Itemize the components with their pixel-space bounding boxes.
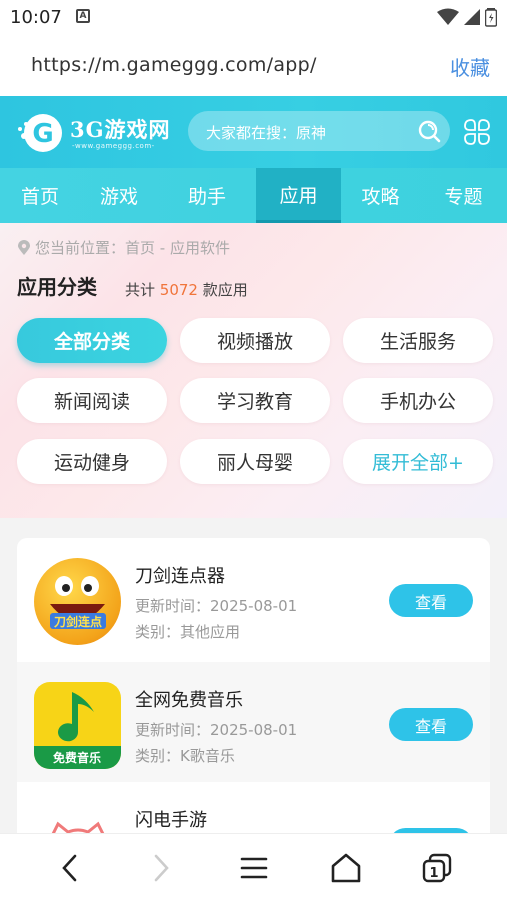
url-text[interactable]: https://m.gameggg.com/app/ — [31, 54, 317, 76]
music-note-icon: 免费音乐 — [34, 692, 121, 769]
app-category: 类别：K歌音乐 — [135, 747, 235, 765]
menu-button[interactable] — [236, 850, 272, 886]
site-logo[interactable]: G 3G游戏网 -www.gameggg.com- — [16, 110, 176, 156]
signal-icon — [464, 9, 480, 25]
chip-fitness[interactable]: 运动健身 — [17, 439, 167, 484]
svg-text:G: G — [32, 119, 53, 149]
home-icon — [331, 853, 361, 883]
search-icon[interactable] — [417, 119, 441, 143]
wifi-icon — [437, 8, 459, 25]
app-icon-free-music[interactable]: 免费音乐 — [34, 682, 121, 769]
view-button[interactable]: 查看 — [389, 708, 473, 741]
expand-all-button[interactable]: 展开全部+ — [343, 439, 493, 484]
app-icon-sword-clicker[interactable]: 刀剑连点 — [34, 558, 121, 645]
category-title-wrap: 应用分类 — [17, 271, 117, 300]
tab-home[interactable]: 首页 — [0, 168, 80, 223]
app-updated: 更新时间：2025-08-01 — [135, 721, 298, 739]
browser-bottom-bar: 1 — [0, 833, 507, 901]
search-input[interactable]: 大家都在搜：原神 — [188, 111, 450, 151]
list-item[interactable]: 免费音乐 全网免费音乐 更新时间：2025-08-01 类别：K歌音乐 查看 — [17, 662, 490, 782]
cat-face-icon — [51, 821, 105, 833]
app-name[interactable]: 刀剑连点器 — [135, 562, 225, 588]
browser-url-bar[interactable]: https://m.gameggg.com/app/ 收藏 — [0, 34, 507, 96]
tabs-icon: 1 — [422, 853, 452, 883]
breadcrumb-text[interactable]: 您当前位置：首页 - 应用软件 — [35, 237, 230, 258]
app-icon-lightning-games[interactable] — [34, 806, 121, 833]
tab-guides[interactable]: 攻略 — [341, 168, 420, 223]
location-pin-icon — [18, 239, 30, 255]
favorite-button[interactable]: 收藏 — [450, 52, 490, 81]
chip-education[interactable]: 学习教育 — [180, 378, 330, 423]
list-item[interactable]: 闪电手游 — [17, 786, 490, 833]
chip-news[interactable]: 新闻阅读 — [17, 378, 167, 423]
tabs-button[interactable]: 1 — [419, 850, 455, 886]
app-name[interactable]: 全网免费音乐 — [135, 686, 243, 712]
category-panel: 您当前位置：首页 - 应用软件 应用分类 共计 5072 款应用 全部分类 视频… — [0, 223, 507, 518]
chevron-left-icon — [62, 854, 77, 882]
app-name[interactable]: 闪电手游 — [135, 806, 207, 832]
app-count: 共计 5072 款应用 — [125, 279, 248, 300]
chip-all-categories[interactable]: 全部分类 — [17, 318, 167, 363]
battery-icon — [485, 8, 497, 27]
tab-topics[interactable]: 专题 — [420, 168, 507, 223]
smiley-face-icon: 刀剑连点 — [50, 576, 106, 629]
chip-video[interactable]: 视频播放 — [180, 318, 330, 363]
chip-office[interactable]: 手机办公 — [343, 378, 493, 423]
system-icons — [437, 7, 497, 27]
count-prefix: 共计 — [125, 281, 156, 299]
tab-games[interactable]: 游戏 — [80, 168, 158, 223]
list-item[interactable]: 刀剑连点 刀剑连点器 更新时间：2025-08-01 类别：其他应用 查看 — [17, 538, 490, 658]
site-brand: 3G游戏网 — [70, 117, 171, 142]
category-title: 应用分类 — [17, 275, 97, 299]
site-url: -www.gameggg.com- — [72, 142, 155, 150]
hamburger-icon — [240, 857, 268, 879]
chip-life-services[interactable]: 生活服务 — [343, 318, 493, 363]
app-updated: 更新时间：2025-08-01 — [135, 597, 298, 615]
home-button[interactable] — [328, 850, 364, 886]
menu-grid-icon[interactable] — [462, 117, 492, 147]
chip-beauty-baby[interactable]: 丽人母婴 — [180, 439, 330, 484]
count-number: 5072 — [159, 281, 198, 299]
site-header: G 3G游戏网 -www.gameggg.com- 大家都在搜：原神 — [0, 96, 507, 168]
app-list: 刀剑连点 刀剑连点器 更新时间：2025-08-01 类别：其他应用 查看 免费… — [17, 538, 490, 833]
status-bar: 10:07 A — [0, 0, 507, 34]
tab-apps[interactable]: 应用 — [256, 168, 341, 223]
svg-text:1: 1 — [429, 866, 438, 881]
status-time: 10:07 — [10, 7, 62, 28]
search-hint: 大家都在搜：原神 — [206, 124, 327, 142]
back-button[interactable] — [52, 850, 88, 886]
app-category: 类别：其他应用 — [135, 623, 241, 641]
forward-button[interactable] — [143, 850, 179, 886]
icon-text: 刀剑连点 — [54, 614, 102, 629]
logo-g-icon: G — [18, 114, 62, 152]
main-nav: 首页 游戏 助手 应用 攻略 专题 — [0, 168, 507, 223]
view-button[interactable]: 查看 — [389, 584, 473, 617]
notification-icon: A — [76, 9, 90, 23]
icon-text: 免费音乐 — [53, 750, 101, 765]
chevron-right-icon — [154, 854, 169, 882]
breadcrumb: 您当前位置：首页 - 应用软件 — [17, 237, 230, 258]
count-suffix: 款应用 — [202, 281, 248, 299]
tab-assistant[interactable]: 助手 — [158, 168, 256, 223]
